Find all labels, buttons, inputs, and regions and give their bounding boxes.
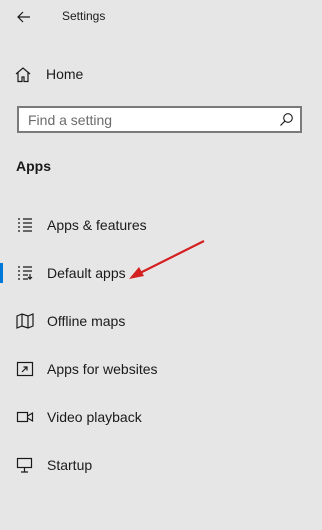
default-apps-icon	[18, 266, 33, 280]
home-label: Home	[46, 66, 84, 82]
video-icon	[16, 411, 34, 423]
nav-item-startup[interactable]: Startup	[0, 447, 322, 483]
search-input[interactable]	[28, 111, 268, 129]
home-icon	[15, 66, 31, 82]
nav-item-apps-features[interactable]: Apps & features	[0, 207, 322, 243]
nav-item-label: Video playback	[47, 409, 142, 425]
nav-item-apps-for-websites[interactable]: Apps for websites	[0, 351, 322, 387]
nav-item-label: Default apps	[47, 265, 126, 281]
home-nav-item[interactable]: Home	[14, 62, 83, 86]
back-button[interactable]	[12, 6, 36, 28]
title-bar: Settings	[0, 0, 322, 34]
window-title: Settings	[62, 9, 106, 23]
startup-icon	[16, 457, 33, 473]
section-title: Apps	[16, 158, 51, 174]
selection-indicator	[0, 263, 3, 283]
back-arrow-icon	[17, 11, 30, 23]
nav-item-label: Apps for websites	[47, 361, 158, 377]
nav-item-label: Offline maps	[47, 313, 126, 329]
nav-item-label: Apps & features	[47, 217, 147, 233]
nav-item-label: Startup	[47, 457, 93, 473]
map-icon	[16, 313, 34, 329]
nav-item-video-playback[interactable]: Video playback	[0, 399, 322, 435]
apps-features-icon	[18, 218, 32, 232]
nav-item-offline-maps[interactable]: Offline maps	[0, 303, 322, 339]
nav-item-default-apps[interactable]: Default apps	[0, 255, 322, 291]
web-link-icon	[16, 361, 34, 377]
search-box[interactable]	[17, 106, 302, 133]
search-icon[interactable]	[279, 112, 294, 127]
